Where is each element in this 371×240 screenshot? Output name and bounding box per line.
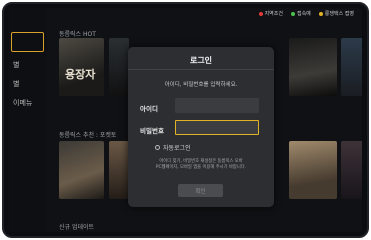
dialog-divider [128, 69, 274, 70]
poster-card[interactable] [289, 141, 337, 199]
dialog-help-text: 아이디 찾기, 비밀번호 재설정은 동름릭스 모바 PC웹페이지, 모바일 앱을… [138, 159, 264, 171]
section-title-new: 신규 업데이트 [59, 224, 95, 231]
color-key-legend: 지역조건 접속예 룽쟁택스 접영 [258, 10, 354, 17]
login-dialog: 로그인 아이디, 비밀번호를 입력하세요. 아이디 비밀번호 자동로그인 아이디… [128, 47, 274, 207]
poster-card[interactable] [341, 38, 362, 96]
poster-card[interactable] [289, 38, 337, 96]
poster-card[interactable] [59, 141, 104, 199]
legend-label-red: 지역조건 [264, 11, 283, 17]
legend-item-green: 접속예 [290, 10, 311, 17]
id-label: 아이디 [140, 105, 158, 113]
dialog-title: 로그인 [189, 56, 213, 65]
auto-login-row[interactable]: 자동로그인 [155, 143, 191, 152]
dialog-message: 아이디, 비밀번호를 입력하세요. [164, 82, 238, 88]
tv-frame: 지역조건 접속예 룽쟁택스 접영 별 별 이메뉴 동름릭스 HOT 용장자 동름… [2, 2, 369, 238]
confirm-button[interactable]: 확인 [178, 184, 223, 197]
section-title-recommend: 동름릭스 추천 : 포켓토 [59, 132, 117, 139]
sidebar-item-1[interactable]: 별 [13, 60, 19, 70]
password-field[interactable] [175, 120, 259, 135]
sidebar: 별 별 이메뉴 [9, 8, 47, 232]
auto-login-label: 자동로그인 [163, 145, 191, 152]
yellow-dot-icon [318, 11, 323, 16]
poster-card[interactable] [341, 141, 362, 199]
id-field[interactable] [175, 98, 259, 113]
auto-login-checkbox[interactable] [155, 145, 160, 150]
legend-item-yellow: 룽쟁택스 접영 [318, 10, 354, 17]
legend-item-red: 지역조건 [258, 10, 283, 17]
poster-card[interactable] [109, 38, 129, 96]
sidebar-selected-item[interactable] [11, 32, 44, 52]
poster-title: 용장자 [65, 68, 96, 81]
help-line-2: PC웹페이지, 모바일 앱을 이용해 주시기 바랍니다. [155, 165, 247, 170]
poster-card[interactable]: 용장자 [59, 38, 104, 96]
legend-label-green: 접속예 [296, 11, 311, 17]
password-label: 비밀번호 [140, 127, 164, 135]
legend-label-yellow: 룽쟁택스 접영 [324, 11, 354, 17]
poster-card[interactable] [109, 141, 129, 199]
sidebar-item-2[interactable]: 별 [13, 79, 19, 89]
sidebar-item-3[interactable]: 이메뉴 [13, 98, 32, 108]
section-title-hot: 동름릭스 HOT [59, 31, 96, 38]
green-dot-icon [290, 11, 295, 16]
red-dot-icon [258, 11, 263, 16]
